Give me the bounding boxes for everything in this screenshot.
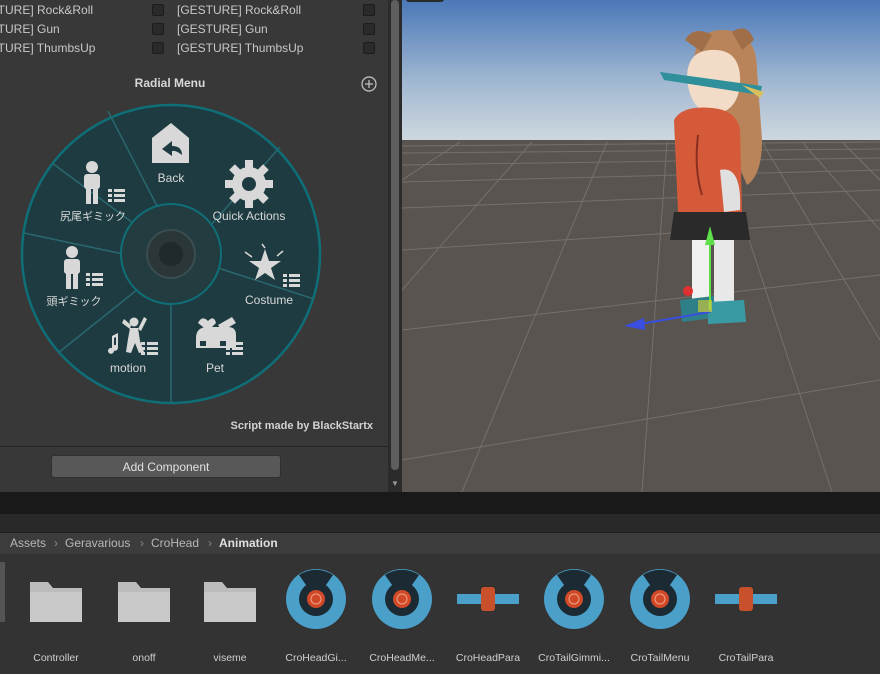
scroll-down-arrow-icon[interactable]: ▼ — [391, 479, 399, 488]
asset-item[interactable]: CroHeadPara — [445, 568, 531, 664]
gesture-checkbox-right[interactable] — [363, 23, 375, 35]
chevron-right-icon: › — [54, 536, 58, 550]
asset-label: CroTailPara — [718, 652, 774, 664]
asset-label: CroTailGimmi... — [538, 652, 610, 664]
asset-item[interactable]: onoff — [101, 568, 187, 664]
gesture-label-right: [GESTURE] Rock&Roll — [177, 3, 302, 17]
gesture-label-left: [GESTURE] Gun — [0, 22, 60, 36]
folder-icon — [30, 582, 82, 622]
asset-item[interactable]: CroHeadMe... — [359, 568, 445, 664]
asset-label: CroTailMenu — [630, 652, 690, 664]
gesture-checkbox-right[interactable] — [363, 4, 375, 16]
folder-icon — [118, 582, 170, 622]
asset-label: onoff — [132, 652, 156, 664]
expression-menu-icon — [372, 569, 432, 629]
expression-menu-icon — [286, 569, 346, 629]
asset-item[interactable]: Controller — [13, 568, 99, 664]
asset-item[interactable]: viseme — [187, 568, 273, 664]
breadcrumb: Assets › Geravarious › CroHead › Animati… — [0, 533, 880, 554]
asset-item[interactable]: CroTailGimmi... — [531, 568, 617, 664]
radial-menu[interactable]: Back Quick Actions Costume Pet motion 頭ギ… — [20, 103, 322, 405]
expression-menu-icon — [544, 569, 604, 629]
asset-label: CroHeadMe... — [369, 652, 435, 664]
radial-item-label: 頭ギミック — [47, 295, 102, 308]
asset-label: viseme — [213, 652, 247, 664]
radial-item-label: Quick Actions — [213, 209, 286, 223]
breadcrumb-item-assets[interactable]: Assets — [10, 533, 46, 553]
radial-item-label: Pet — [206, 361, 225, 375]
scene-overlay-tab[interactable] — [406, 0, 444, 2]
breadcrumb-item-animation[interactable]: Animation — [219, 533, 278, 553]
asset-label: Controller — [33, 652, 79, 664]
gesture-label-right: [GESTURE] Gun — [177, 22, 268, 36]
panel-separator — [0, 492, 880, 514]
asset-item[interactable]: CroTailMenu — [617, 568, 703, 664]
asset-label: CroHeadGi... — [285, 652, 347, 664]
asset-label: CroHeadPara — [455, 652, 521, 664]
expression-parameters-icon — [715, 587, 777, 611]
gesture-label-right: [GESTURE] ThumbsUp — [177, 41, 304, 55]
gesture-label-left: [GESTURE] ThumbsUp — [0, 41, 96, 55]
scrollbar-thumb[interactable] — [391, 0, 399, 470]
inspector-scrollbar[interactable]: ▼ — [388, 0, 402, 492]
gear-icon — [225, 160, 273, 208]
radial-item-label: motion — [110, 361, 146, 375]
divider — [0, 446, 388, 447]
gesture-checkbox-right[interactable] — [363, 42, 375, 54]
radial-menu-title: Radial Menu — [134, 76, 206, 90]
breadcrumb-item-crohead[interactable]: CroHead — [151, 533, 199, 553]
radial-item-label: 尻尾ギミック — [60, 210, 126, 223]
scene-view[interactable] — [402, 0, 880, 492]
radial-item-label: Costume — [245, 293, 293, 307]
add-circle-icon[interactable] — [361, 76, 377, 92]
asset-item[interactable]: CroHeadGi... — [273, 568, 359, 664]
left-scroll-edge — [0, 562, 5, 622]
radial-item-label: Back — [158, 171, 186, 185]
expression-menu-icon — [630, 569, 690, 629]
project-toolbar — [0, 514, 880, 533]
add-component-button[interactable]: Add Component — [51, 455, 281, 478]
scene-viewport[interactable] — [402, 0, 880, 492]
chevron-right-icon: › — [208, 536, 212, 550]
inspector-panel: [GESTURE] Rock&Roll [GESTURE] Rock&Roll … — [0, 0, 388, 492]
chevron-right-icon: › — [140, 536, 144, 550]
folder-icon — [204, 582, 256, 622]
gesture-checkbox-left[interactable] — [152, 42, 164, 54]
asset-item[interactable]: CroTailPara — [703, 568, 789, 664]
gesture-checkbox-left[interactable] — [152, 23, 164, 35]
script-credit: Script made by BlackStartx — [230, 420, 373, 432]
expression-parameters-icon — [457, 587, 519, 611]
gesture-label-left: [GESTURE] Rock&Roll — [0, 3, 94, 17]
breadcrumb-item-geravarious[interactable]: Geravarious — [65, 533, 130, 553]
asset-grid: Controller onoff viseme CroHeadGi... Cro… — [0, 554, 880, 674]
gesture-checkbox-left[interactable] — [152, 4, 164, 16]
